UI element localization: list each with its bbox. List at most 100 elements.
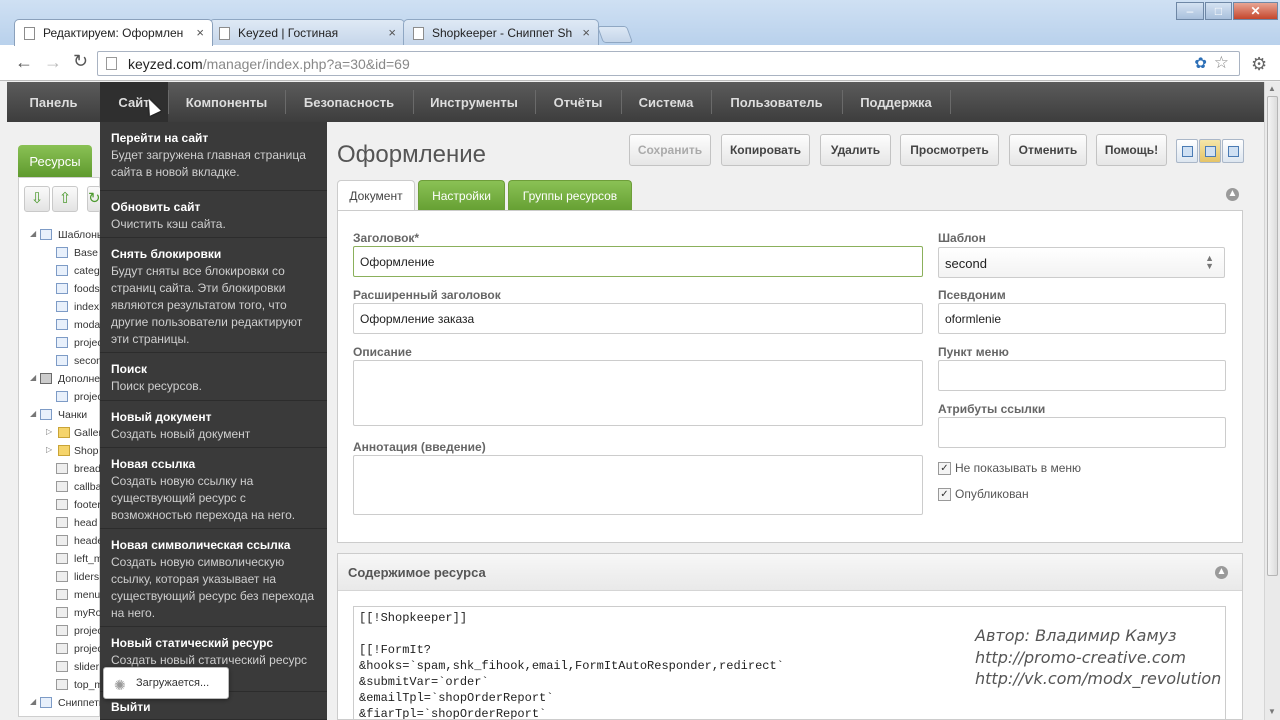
tree-node[interactable]: ◢ Чанки <box>26 406 100 424</box>
tree-node[interactable]: ◢ Дополнения <box>26 370 100 388</box>
tree-node[interactable]: modal <box>26 316 100 334</box>
pagetitle-input[interactable]: Оформление <box>353 246 923 277</box>
action-button[interactable]: Копировать <box>721 134 810 166</box>
nav-item[interactable]: Безопасность <box>285 82 413 122</box>
browser-tab[interactable]: Keyzed | Гостиная × <box>209 19 405 45</box>
expand-arrow-icon[interactable]: ▷ <box>46 445 52 454</box>
action-button[interactable]: Отменить <box>1009 134 1087 166</box>
close-icon[interactable]: × <box>388 25 396 40</box>
longtitle-input[interactable]: Оформление заказа <box>353 303 923 334</box>
tree-node[interactable]: footer <box>26 496 100 514</box>
alias-input[interactable]: oformlenie <box>938 303 1226 334</box>
expand-arrow-icon[interactable]: ◢ <box>30 697 36 706</box>
maximize-button[interactable]: □ <box>1205 2 1232 20</box>
nav-item[interactable]: Поддержка <box>842 82 950 122</box>
address-bar[interactable]: keyzed.com/manager/index.php?a=30&id=69 … <box>97 51 1240 76</box>
linkattr-input[interactable] <box>938 417 1226 448</box>
nav-item[interactable]: Панель <box>7 82 100 122</box>
nav-item[interactable]: Пользователь <box>711 82 842 122</box>
view-mode-icon[interactable] <box>1176 139 1198 163</box>
tree-node[interactable]: ▷ Shop <box>26 442 100 460</box>
tree-node[interactable]: liders <box>26 568 100 586</box>
collapse-icon[interactable]: ▲ <box>1215 566 1228 579</box>
forward-arrow-icon[interactable]: → <box>44 53 62 71</box>
expand-arrow-icon[interactable]: ◢ <box>30 409 36 418</box>
expand-all-icon[interactable]: ⇩ <box>24 186 50 212</box>
expand-arrow-icon[interactable]: ▷ <box>46 427 52 436</box>
tab-settings[interactable]: Настройки <box>418 180 505 211</box>
tree-node[interactable]: ◢ Шаблоны <box>26 226 100 244</box>
star-icon[interactable]: ☆ <box>1214 53 1229 73</box>
tree-node[interactable]: menu <box>26 586 100 604</box>
nav-item[interactable]: Сайт <box>100 82 168 122</box>
dropdown-item[interactable]: Обновить сайт Очистить кэш сайта. <box>100 191 327 238</box>
close-window-button[interactable]: ✕ <box>1233 2 1278 20</box>
browser-tab-active[interactable]: Редактируем: Оформлен × <box>14 19 213 46</box>
dropdown-item[interactable]: Новый документ Создать новый документ <box>100 401 327 448</box>
tree-node[interactable]: breadcrumbs <box>26 460 100 478</box>
tree-node[interactable]: Base <box>26 244 100 262</box>
template-select[interactable]: second ▲ ▼ <box>938 247 1225 278</box>
tree-node[interactable]: index <box>26 298 100 316</box>
dropdown-item[interactable]: Поиск Поиск ресурсов. <box>100 353 327 401</box>
dropdown-item[interactable]: Новая символическая ссылка Создать новую … <box>100 529 327 627</box>
expand-arrow-icon[interactable]: ◢ <box>30 373 36 382</box>
dropdown-item[interactable]: Перейти на сайт Будет загружена главная с… <box>100 122 327 191</box>
browser-tab[interactable]: Shopkeeper - Сниппет Sh × <box>403 19 599 45</box>
reload-icon[interactable]: ↻ <box>73 52 88 70</box>
hidemenu-label: Не показывать в меню <box>955 461 1082 475</box>
close-icon[interactable]: × <box>196 25 204 40</box>
action-button[interactable]: Сохранить <box>629 134 711 166</box>
menutitle-input[interactable] <box>938 360 1226 391</box>
tree-node[interactable]: myRow <box>26 604 100 622</box>
tree-node[interactable]: slider <box>26 658 100 676</box>
new-tab-button[interactable] <box>596 26 634 43</box>
dropdown-item[interactable]: Новая ссылка Создать новую ссылку на суще… <box>100 448 327 529</box>
action-button[interactable]: Просмотреть <box>900 134 999 166</box>
page-scrollbar[interactable]: ▲ ▼ <box>1264 82 1280 720</box>
nav-item[interactable]: Система <box>621 82 711 122</box>
close-icon[interactable]: × <box>582 25 590 40</box>
tree-node[interactable]: project2 <box>26 640 100 658</box>
wrench-icon[interactable]: ⚙ <box>1251 54 1267 75</box>
hidemenu-checkbox[interactable]: ✓ <box>938 462 951 475</box>
tree-node[interactable]: head <box>26 514 100 532</box>
collapse-icon[interactable]: ▲ <box>1226 188 1239 201</box>
introtext-textarea[interactable] <box>353 455 923 515</box>
tree-node[interactable]: top_menu <box>26 676 100 694</box>
tree-node[interactable]: ◢ Сниппеты <box>26 694 100 712</box>
tree-node[interactable]: callback <box>26 478 100 496</box>
published-checkbox[interactable]: ✓ <box>938 488 951 501</box>
chunk-icon <box>56 607 68 618</box>
scroll-down-icon[interactable]: ▼ <box>1268 707 1276 716</box>
back-arrow-icon[interactable]: ← <box>15 53 33 71</box>
extension-icon[interactable]: ✿ <box>1194 54 1207 72</box>
description-textarea[interactable] <box>353 360 923 426</box>
dropdown-item[interactable]: Снять блокировки Будут сняты все блокиров… <box>100 238 327 353</box>
tree-node[interactable]: category <box>26 262 100 280</box>
tree-node[interactable]: foods <box>26 280 100 298</box>
collapse-all-icon[interactable]: ⇧ <box>52 186 78 212</box>
view-mode-icon[interactable] <box>1222 139 1244 163</box>
tab-document[interactable]: Документ <box>337 180 415 212</box>
minimize-button[interactable]: – <box>1176 2 1204 20</box>
tree-node[interactable]: project <box>26 334 100 352</box>
nav-item[interactable]: Инструменты <box>413 82 535 122</box>
nav-item[interactable]: Отчёты <box>535 82 621 122</box>
tab-resources[interactable]: Ресурсы <box>18 145 92 177</box>
tree-node[interactable]: second <box>26 352 100 370</box>
scroll-up-icon[interactable]: ▲ <box>1268 84 1276 93</box>
tree-node[interactable]: project <box>26 388 100 406</box>
view-mode-icon[interactable] <box>1199 139 1221 163</box>
action-button[interactable]: Помощь! <box>1096 134 1167 166</box>
tree-node[interactable]: left_menu <box>26 550 100 568</box>
tree-node[interactable]: ▷ Gallery <box>26 424 100 442</box>
expand-arrow-icon[interactable]: ◢ <box>30 229 36 238</box>
tree-action-icon[interactable]: ↻ <box>87 186 101 212</box>
action-button[interactable]: Удалить <box>820 134 891 166</box>
tree-node[interactable]: header <box>26 532 100 550</box>
scrollbar-thumb[interactable] <box>1267 96 1278 576</box>
tab-resource-groups[interactable]: Группы ресурсов <box>508 180 632 211</box>
tree-node[interactable]: project <box>26 622 100 640</box>
nav-item[interactable]: Компоненты <box>168 82 285 122</box>
